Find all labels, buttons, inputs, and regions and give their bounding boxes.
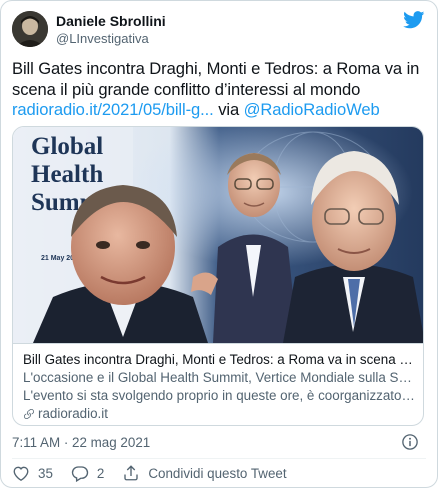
user-handle[interactable]: @LInvestigativa xyxy=(56,30,166,47)
display-name[interactable]: Daniele Sbrollini xyxy=(56,13,166,30)
tweet-timestamp[interactable]: 7:11 AM · 22 mag 2021 xyxy=(12,435,150,450)
tweet-card[interactable]: Daniele Sbrollini @LInvestigativa Bill G… xyxy=(0,0,438,488)
reply-button[interactable]: 2 xyxy=(71,464,104,482)
card-description-line-1: L'occasione e il Global Health Summit, V… xyxy=(23,370,415,385)
share-label: Condividi questo Tweet xyxy=(148,465,287,481)
image-title-line-2: Health xyxy=(31,161,103,188)
link-icon xyxy=(24,408,34,419)
tweet-body-text: Bill Gates incontra Draghi, Monti e Tedr… xyxy=(12,59,420,99)
divider xyxy=(12,458,426,459)
mention-link[interactable]: @RadioRadioWeb xyxy=(244,100,380,119)
card-domain-text[interactable]: radioradio.it xyxy=(38,405,108,422)
author-names: Daniele Sbrollini @LInvestigativa xyxy=(56,13,166,47)
card-description: L'occasione e il Global Health Summit, V… xyxy=(23,369,415,404)
tweet-text: Bill Gates incontra Draghi, Monti e Tedr… xyxy=(12,59,432,121)
card-body[interactable]: Bill Gates incontra Draghi, Monti e Tedr… xyxy=(13,343,423,425)
article-link[interactable]: radioradio.it/2021/05/bill-g... xyxy=(12,100,214,119)
share-button[interactable]: Condividi questo Tweet xyxy=(122,464,287,482)
link-preview-card[interactable]: Global Health Summit 21 May 2021, Rome xyxy=(12,126,424,426)
card-image[interactable]: Global Health Summit 21 May 2021, Rome xyxy=(13,127,423,343)
like-count: 35 xyxy=(38,465,53,481)
image-title-line-1: Global xyxy=(31,133,103,160)
via-text: via xyxy=(213,100,244,119)
heart-icon xyxy=(13,466,29,481)
card-description-line-2: L'evento si sta svolgendo proprio in que… xyxy=(23,387,415,403)
avatar[interactable] xyxy=(12,11,48,47)
share-icon xyxy=(124,465,139,481)
card-domain[interactable]: radioradio.it xyxy=(23,405,415,422)
info-icon[interactable] xyxy=(401,433,419,451)
reply-count: 2 xyxy=(96,465,105,481)
reply-icon xyxy=(71,466,89,482)
like-button[interactable]: 35 xyxy=(12,464,53,482)
action-bar: 35 2 Condividi questo Tweet xyxy=(12,463,305,483)
card-title[interactable]: Bill Gates incontra Draghi, Monti e Tedr… xyxy=(23,351,415,368)
twitter-bird-icon[interactable] xyxy=(403,11,425,29)
tweet-header: Daniele Sbrollini @LInvestigativa xyxy=(12,11,425,47)
